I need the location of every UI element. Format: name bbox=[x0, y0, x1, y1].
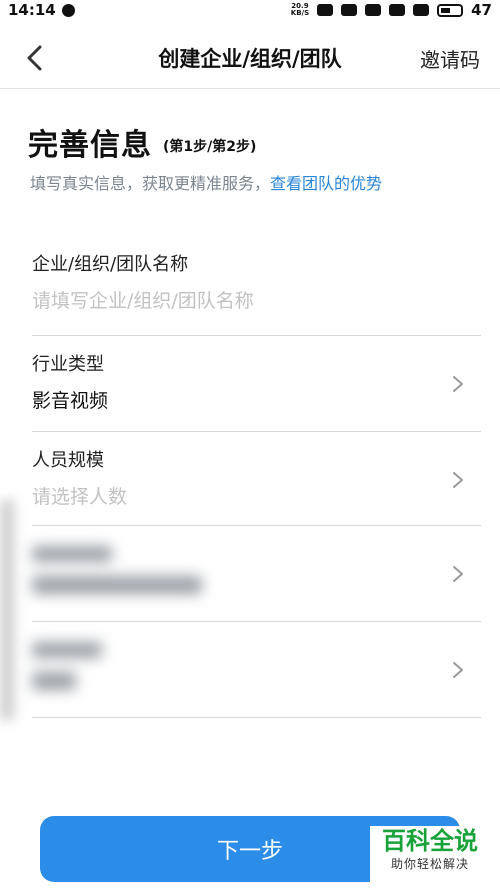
section-title: 完善信息 bbox=[28, 128, 152, 163]
app-notification-icon bbox=[317, 4, 334, 16]
status-time: 14:14 bbox=[8, 1, 56, 19]
blurred-content bbox=[32, 546, 481, 594]
status-bar: 14:14 20.9 KB/S 47 bbox=[0, 0, 500, 20]
battery-icon bbox=[437, 3, 464, 17]
chevron-right-icon bbox=[453, 566, 463, 582]
form-row-blurred[interactable] bbox=[32, 636, 481, 718]
app-notification-icon bbox=[413, 4, 430, 16]
org-name-input[interactable]: 请填写企业/组织/团队名称 bbox=[32, 286, 481, 313]
blurred-value bbox=[32, 672, 76, 690]
team-advantages-link[interactable]: 查看团队的优势 bbox=[270, 174, 382, 193]
header-divider bbox=[0, 88, 500, 89]
watermark-subtitle: 助你轻松解决 bbox=[390, 857, 469, 871]
app-notification-icon bbox=[389, 4, 406, 16]
blurred-label bbox=[32, 546, 112, 562]
blurred-label bbox=[32, 642, 102, 658]
org-name-label: 企业/组织/团队名称 bbox=[32, 254, 189, 275]
network-speed: 20.9 KB/S bbox=[291, 3, 309, 17]
battery-level: 47 bbox=[471, 1, 492, 19]
watermark-logo: 百科全说 助你轻松解决 bbox=[370, 826, 490, 884]
invite-code-button[interactable]: 邀请码 bbox=[420, 44, 480, 73]
network-speed-unit: KB/S bbox=[290, 9, 310, 17]
app-notification-icon bbox=[365, 4, 382, 16]
watermark-title: 百科全说 bbox=[382, 827, 478, 855]
section-description: 填写真实信息，获取更精准服务，查看团队的优势 bbox=[30, 170, 382, 194]
blur-smudge bbox=[0, 500, 14, 720]
description-text: 填写真实信息，获取更精准服务， bbox=[30, 174, 271, 193]
team-size-select[interactable]: 请选择人数 bbox=[32, 482, 481, 509]
chevron-right-icon bbox=[453, 662, 463, 678]
status-icons: 20.9 KB/S 47 bbox=[291, 1, 492, 19]
chevron-right-icon bbox=[453, 376, 463, 392]
chevron-right-icon bbox=[453, 472, 463, 488]
notification-icon bbox=[61, 3, 75, 17]
industry-label: 行业类型 bbox=[32, 354, 104, 375]
blurred-value bbox=[32, 576, 202, 594]
navigation-header: 创建企业/组织/团队 邀请码 bbox=[0, 30, 500, 86]
form-row-org-name[interactable]: 企业/组织/团队名称 请填写企业/组织/团队名称 bbox=[32, 250, 481, 336]
form-row-industry[interactable]: 行业类型 影音视频 bbox=[32, 350, 481, 432]
form-row-team-size[interactable]: 人员规模 请选择人数 bbox=[32, 446, 481, 526]
blurred-content bbox=[32, 642, 481, 690]
industry-value: 影音视频 bbox=[32, 390, 109, 412]
team-size-label: 人员规模 bbox=[32, 450, 104, 471]
form-row-blurred[interactable] bbox=[32, 540, 481, 622]
step-indicator: (第1步/第2步) bbox=[163, 139, 257, 155]
app-notification-icon bbox=[341, 4, 358, 16]
